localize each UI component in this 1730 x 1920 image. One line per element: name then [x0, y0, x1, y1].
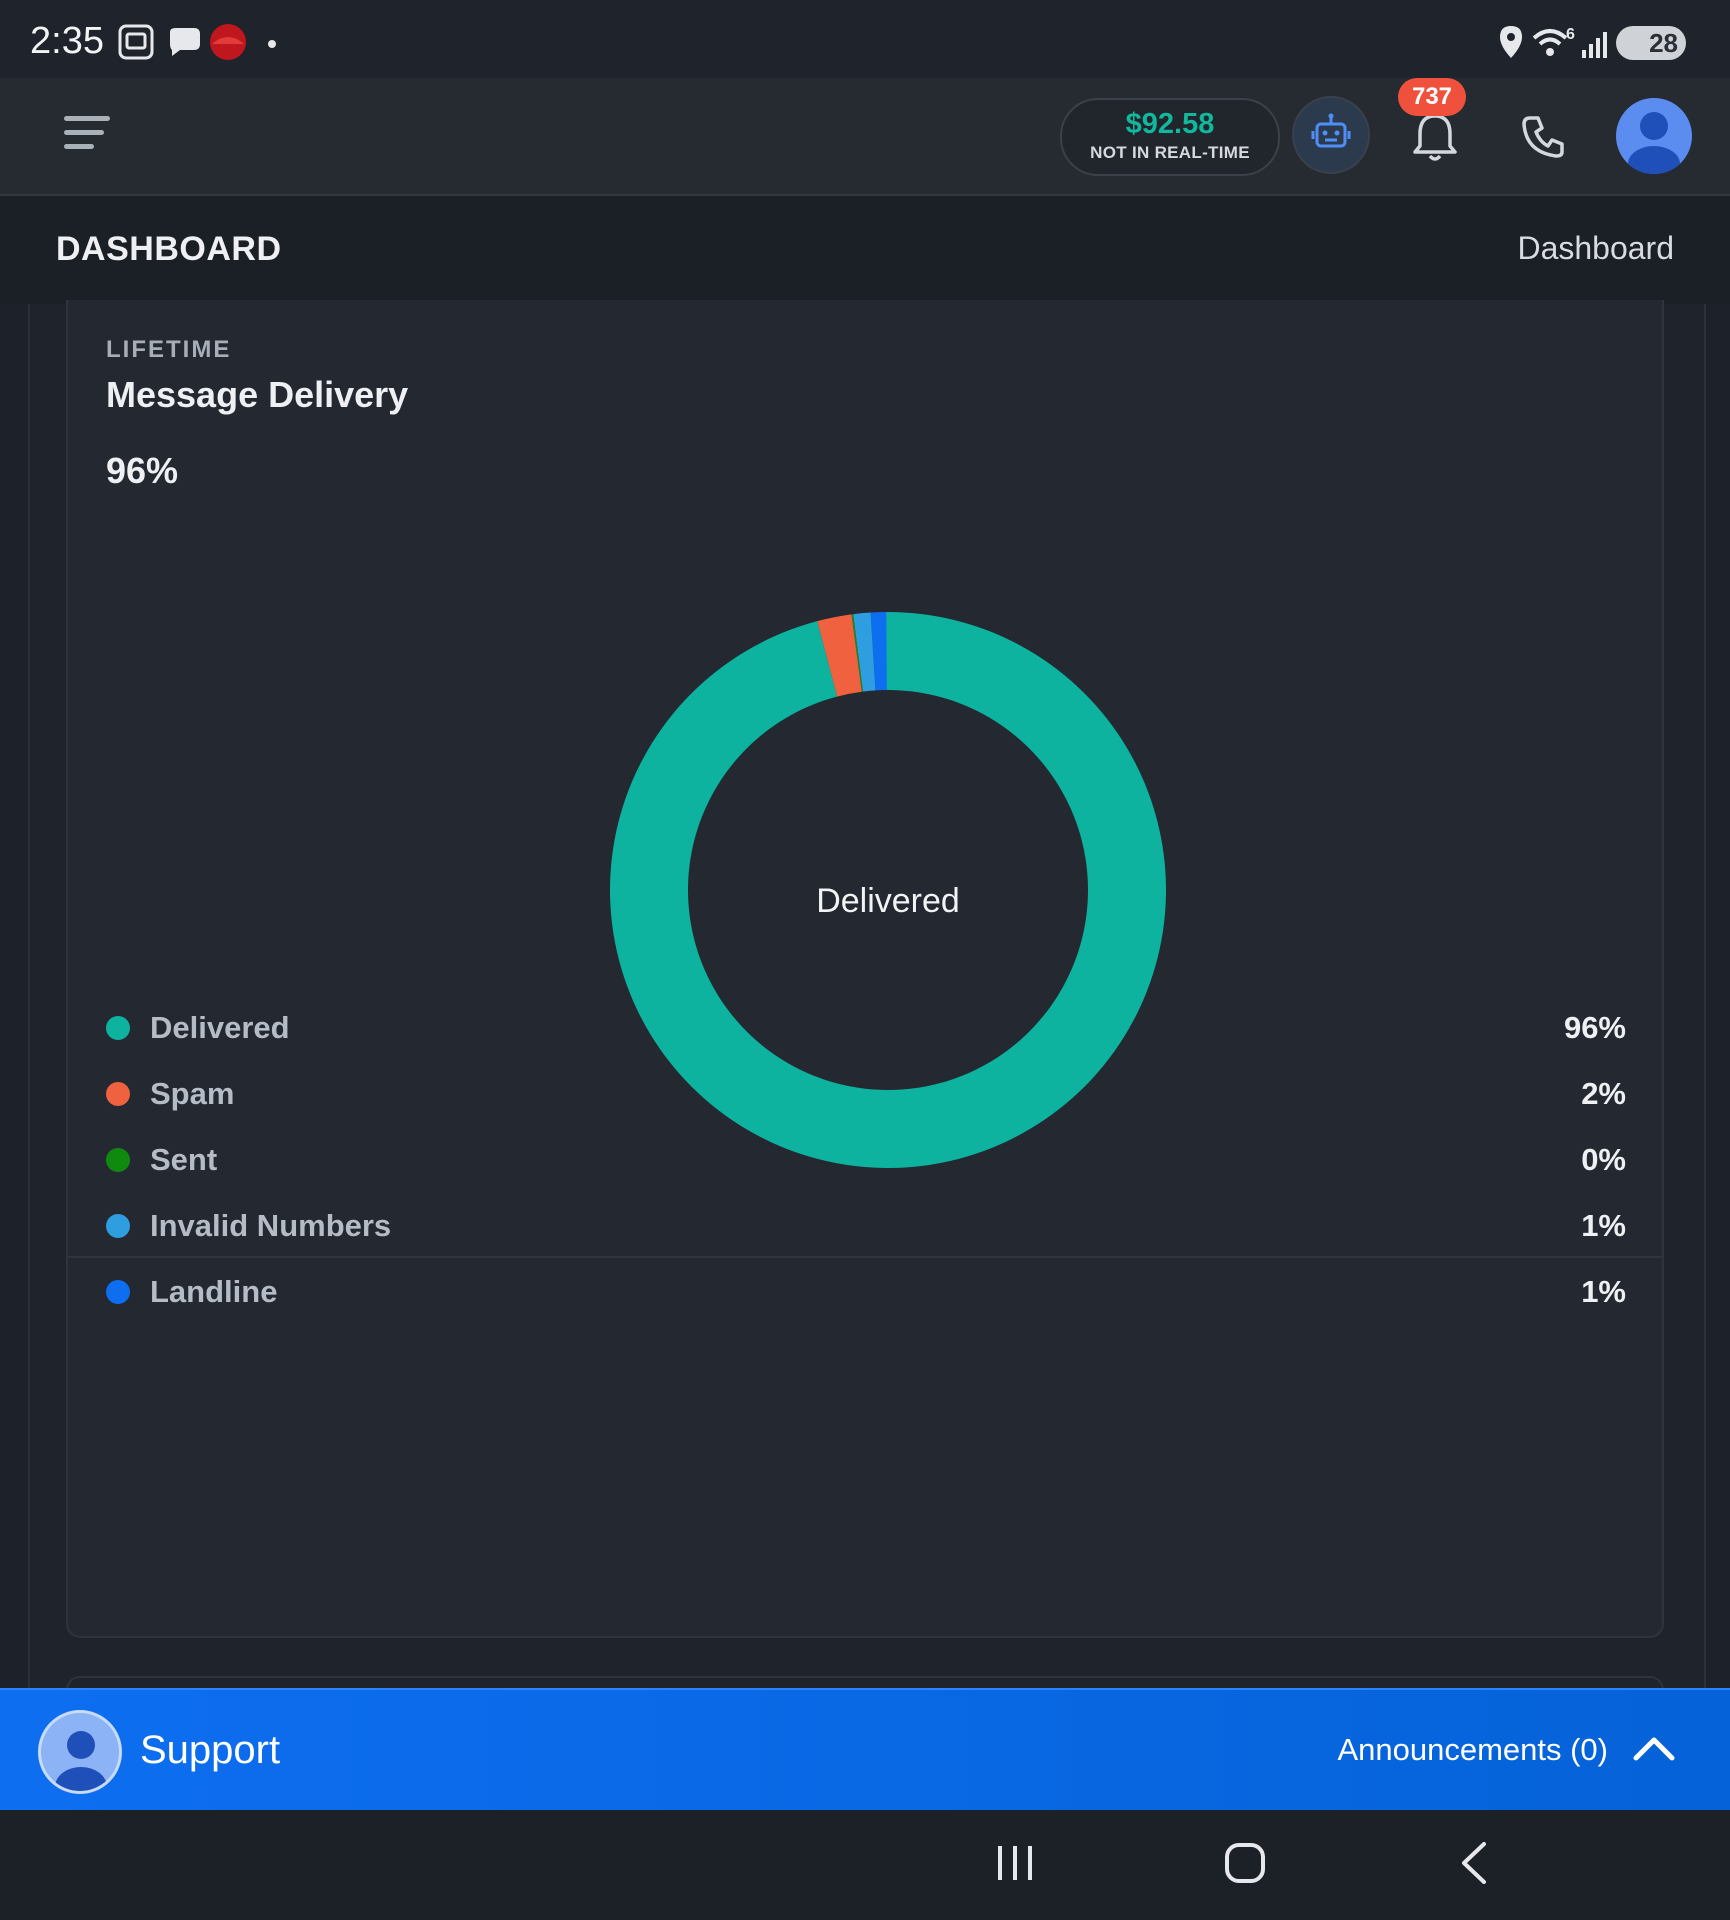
home-icon[interactable] — [1220, 1838, 1270, 1888]
legend-color-dot — [106, 1280, 130, 1304]
wifi-badge: 6 — [1566, 26, 1575, 43]
back-icon[interactable] — [1450, 1838, 1500, 1888]
support-bar[interactable]: Support Announcements (0) — [0, 1688, 1730, 1812]
announcements-link[interactable]: Announcements (0) — [1337, 1732, 1608, 1768]
legend-label: Spam — [150, 1076, 235, 1111]
legend-item[interactable]: Invalid Numbers 1% — [106, 1206, 1626, 1246]
menu-icon[interactable] — [64, 116, 114, 156]
legend-item[interactable]: Spam 2% — [106, 1074, 1626, 1114]
legend-color-dot — [106, 1016, 130, 1040]
battery-icon: 28 — [1616, 26, 1686, 60]
user-avatar-icon[interactable] — [1616, 98, 1692, 174]
legend-label: Delivered — [150, 1010, 290, 1045]
legend-value: 0% — [1581, 1142, 1626, 1177]
notification-badge: 737 — [1398, 78, 1466, 116]
robot-button[interactable] — [1292, 96, 1370, 174]
legend-item[interactable]: Delivered 96% — [106, 1008, 1626, 1048]
status-time: 2:35 — [30, 20, 104, 62]
bell-icon[interactable] — [1410, 110, 1460, 166]
support-label[interactable]: Support — [140, 1728, 280, 1773]
legend-value: 2% — [1581, 1076, 1626, 1111]
support-avatar-icon — [55, 1731, 107, 1791]
battery-level: 28 — [1649, 28, 1678, 58]
legend-value: 1% — [1581, 1274, 1626, 1309]
signal-icon — [1582, 32, 1607, 58]
message-delivery-card: LIFETIME Message Delivery 96% Delivered … — [66, 300, 1664, 1638]
legend-label: Invalid Numbers — [150, 1208, 392, 1243]
support-avatar[interactable] — [38, 1710, 122, 1794]
legend-label: Sent — [150, 1142, 218, 1177]
screenshot-icon — [118, 24, 154, 60]
card-headline-value: 96% — [106, 450, 179, 491]
card-kicker: LIFETIME — [106, 336, 232, 363]
location-icon — [1500, 26, 1522, 58]
app-red-icon — [210, 24, 246, 60]
legend-color-dot — [106, 1082, 130, 1106]
recent-apps-icon[interactable] — [990, 1838, 1040, 1888]
chat-icon — [170, 28, 200, 56]
card-divider — [68, 1256, 1662, 1258]
legend-color-dot — [106, 1214, 130, 1238]
page-header: DASHBOARD Dashboard — [0, 196, 1730, 304]
balance-pill[interactable]: $92.58 NOT IN REAL-TIME — [1060, 98, 1280, 176]
legend-color-dot — [106, 1148, 130, 1172]
app-header: $92.58 NOT IN REAL-TIME 737 — [0, 78, 1730, 196]
chevron-up-icon[interactable] — [1632, 1732, 1676, 1762]
donut-center-label: Delivered — [816, 882, 960, 920]
legend-item[interactable]: Landline 1% — [106, 1272, 1626, 1312]
robot-icon — [1311, 113, 1351, 148]
page-title: DASHBOARD — [56, 230, 282, 268]
legend-value: 1% — [1581, 1208, 1626, 1243]
legend-label: Landline — [150, 1274, 278, 1309]
system-nav-bar — [0, 1810, 1730, 1920]
card-title: Message Delivery — [106, 374, 409, 415]
status-bar: 2:35 6 28 — [0, 0, 1730, 78]
breadcrumb[interactable]: Dashboard — [1517, 230, 1674, 267]
user-silhouette-icon — [1628, 112, 1680, 174]
balance-amount: $92.58 — [1125, 108, 1215, 140]
legend-item[interactable]: Sent 0% — [106, 1140, 1626, 1180]
phone-icon[interactable] — [1520, 112, 1568, 160]
dot-icon — [268, 40, 276, 48]
balance-subtitle: NOT IN REAL-TIME — [1090, 143, 1250, 162]
legend-value: 96% — [1563, 1010, 1626, 1045]
